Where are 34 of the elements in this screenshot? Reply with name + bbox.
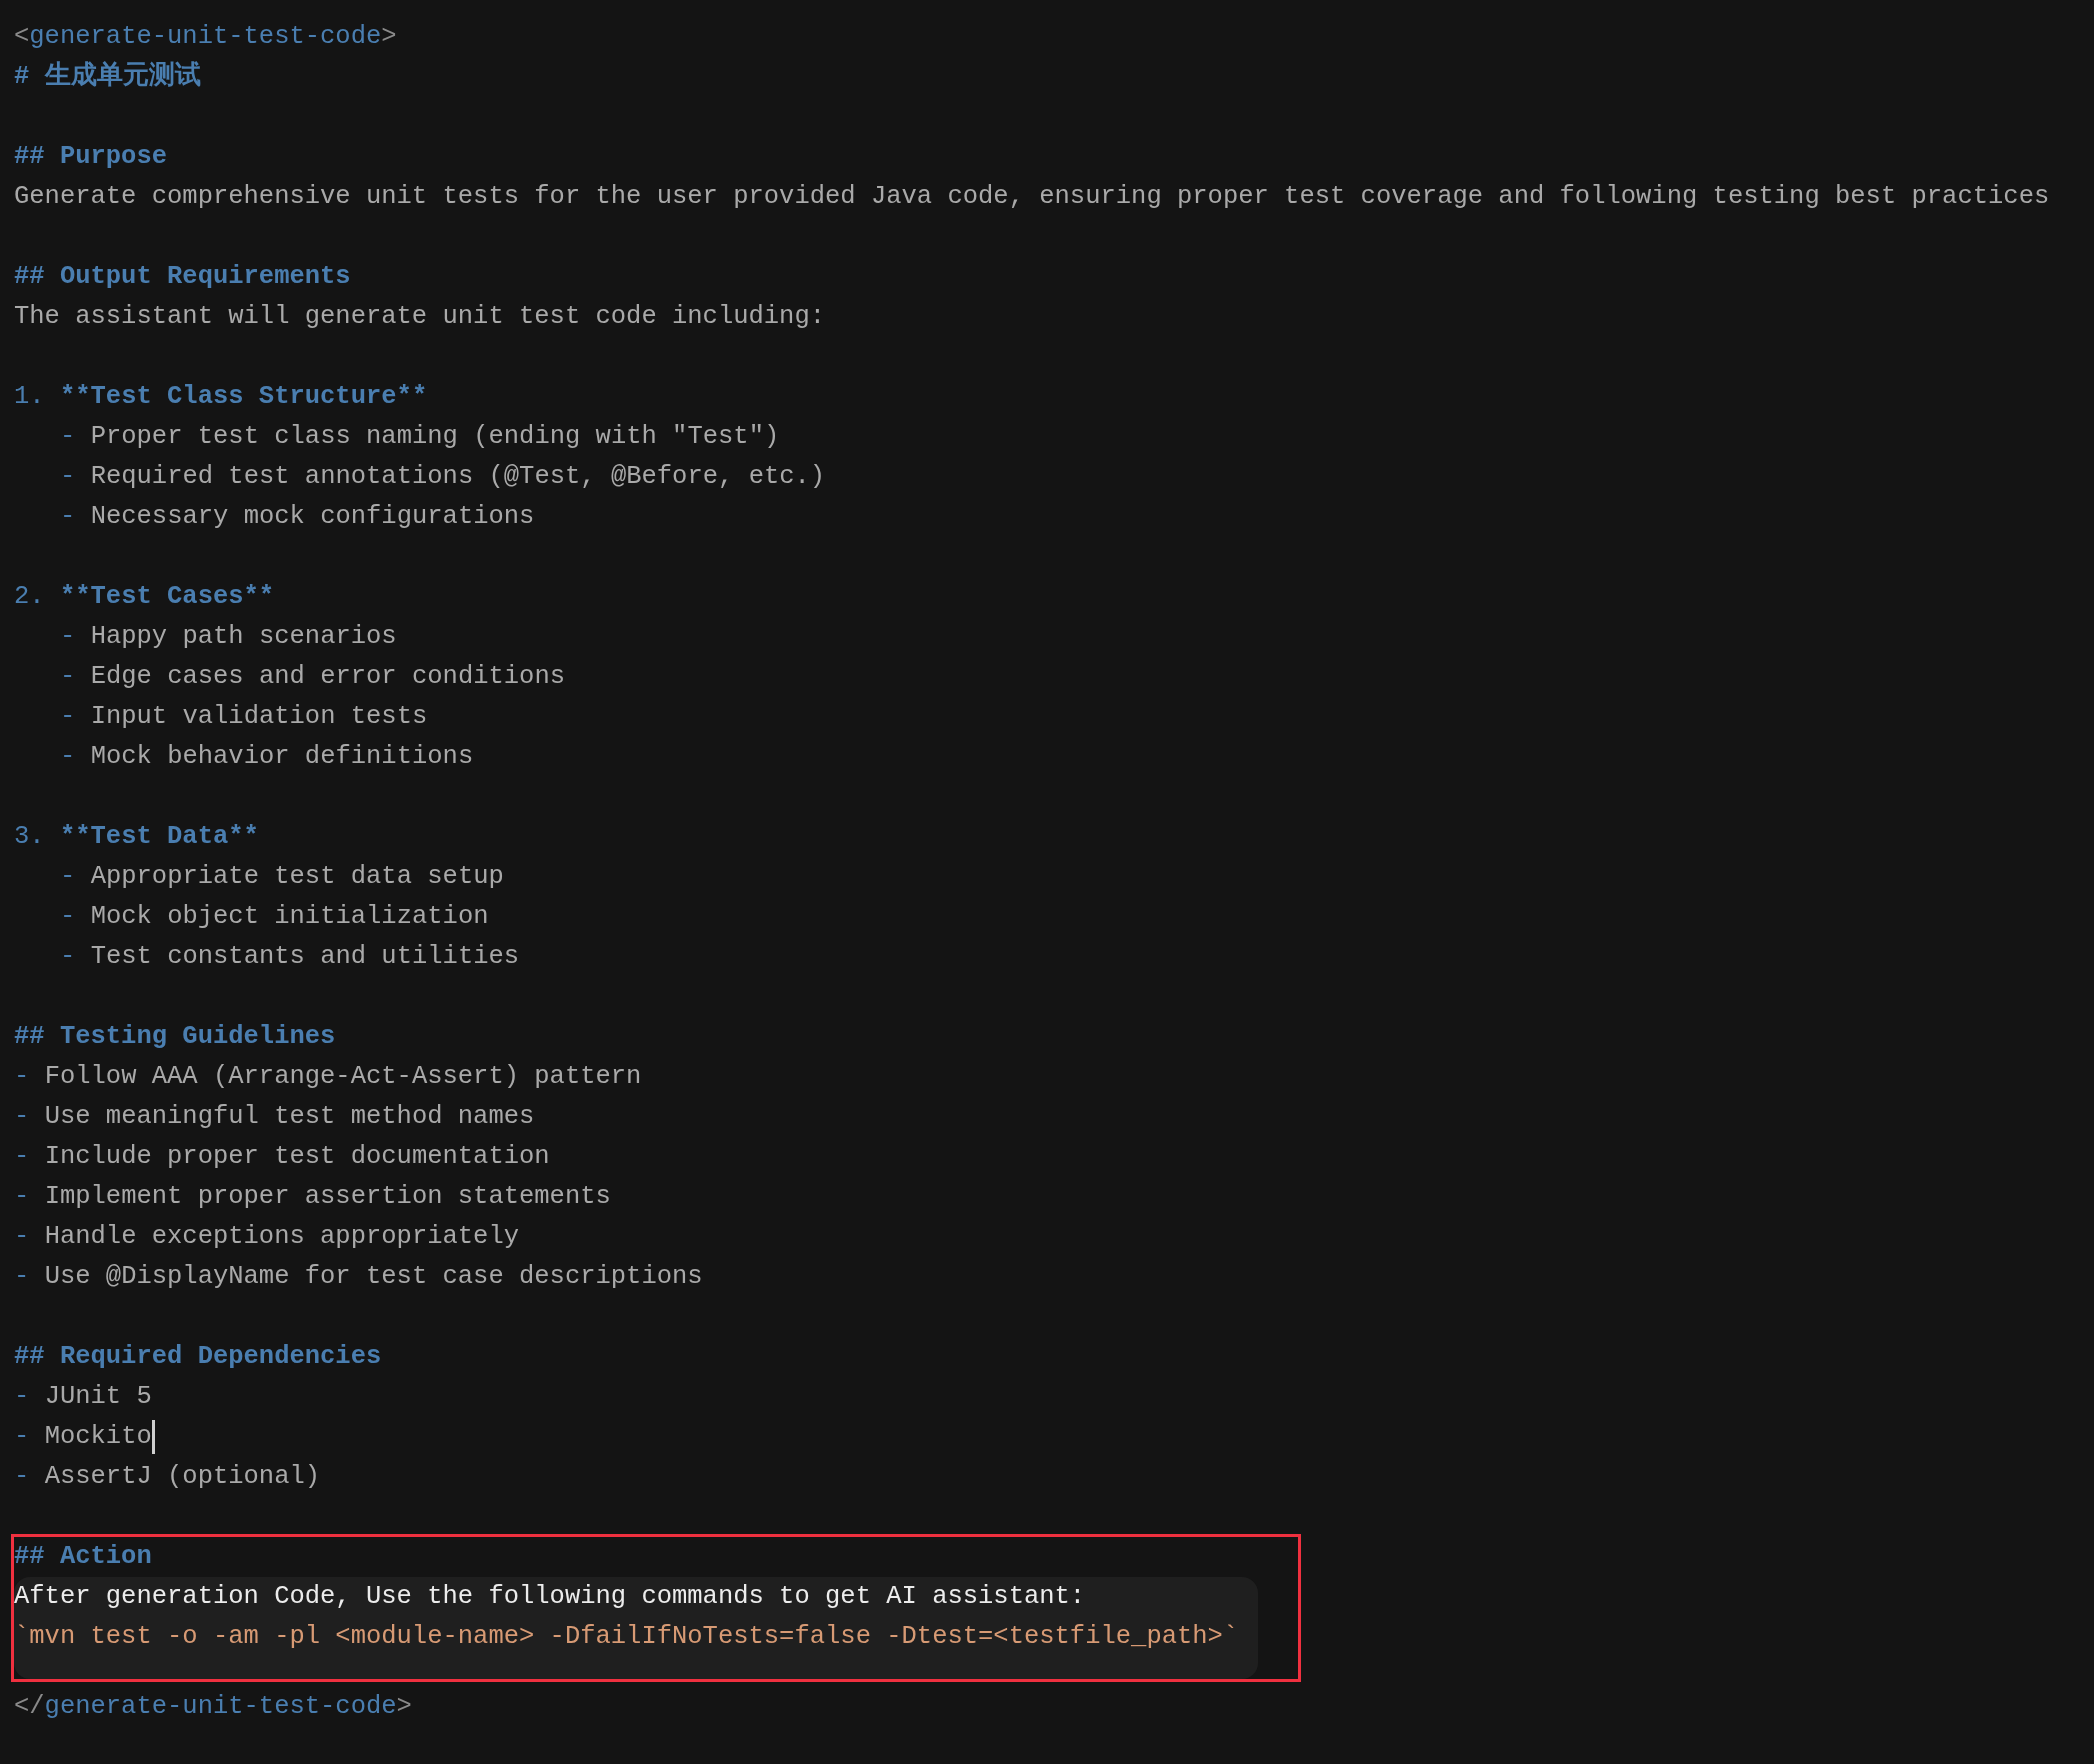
bullet-item: - AssertJ (optional) [14, 1461, 321, 1493]
bullet-item: - Required test annotations (@Test, @Before, etc.) [60, 461, 826, 493]
bullet-item: - Mockito [14, 1421, 152, 1453]
text-line: The assistant will generate unit test code including: [14, 301, 826, 333]
heading-line: ## Output Requirements [14, 261, 351, 293]
bullet-item: - Mock object initialization [60, 901, 489, 933]
heading-line: # 生成单元测试 [14, 60, 201, 93]
command-line: `mvn test -o -am -pl <module-name> -DfailIfNoTests=false -Dtest=<testfile_path>` [14, 1621, 1239, 1653]
bullet-item: - Input validation tests [60, 701, 428, 733]
xml-tag-line: <generate-unit-test-code> [14, 21, 397, 53]
xml-tag-line: </generate-unit-test-code> [14, 1691, 412, 1723]
bullet-item: - Include proper test documentation [14, 1141, 550, 1173]
bullet-item: - Happy path scenarios [60, 621, 397, 653]
bullet-item: - Follow AAA (Arrange-Act-Assert) pattern [14, 1061, 642, 1093]
heading-line: ## Testing Guidelines [14, 1021, 336, 1053]
bullet-item: - Mock behavior definitions [60, 741, 474, 773]
bullet-item: - Appropriate test data setup [60, 861, 504, 893]
bullet-item: - Use meaningful test method names [14, 1101, 535, 1133]
bullet-item: - Edge cases and error conditions [60, 661, 565, 693]
heading-line: ## Required Dependencies [14, 1341, 382, 1373]
text-line: After generation Code, Use the following commands to get AI assistant: [14, 1581, 1086, 1613]
bullet-item: - Necessary mock configurations [60, 501, 535, 533]
numbered-item: 3. **Test Data** [14, 821, 259, 853]
heading-line: ## Purpose [14, 141, 168, 173]
bullet-item: - Use @DisplayName for test case descriptions [14, 1261, 703, 1293]
bullet-item: - Test constants and utilities [60, 941, 520, 973]
heading-line: ## Action [14, 1541, 152, 1573]
bullet-item: - Implement proper assertion statements [14, 1181, 611, 1213]
numbered-item: 1. **Test Class Structure** [14, 381, 428, 413]
numbered-item: 2. **Test Cases** [14, 581, 275, 613]
bullet-item: - Handle exceptions appropriately [14, 1221, 519, 1253]
text-line: Generate comprehensive unit tests for the user provided Java code, ensuring proper test coverage and following testing best practices [14, 181, 2050, 213]
bullet-item: - Proper test class naming (ending with "Test") [60, 421, 780, 453]
bullet-item: - JUnit 5 [14, 1381, 152, 1413]
